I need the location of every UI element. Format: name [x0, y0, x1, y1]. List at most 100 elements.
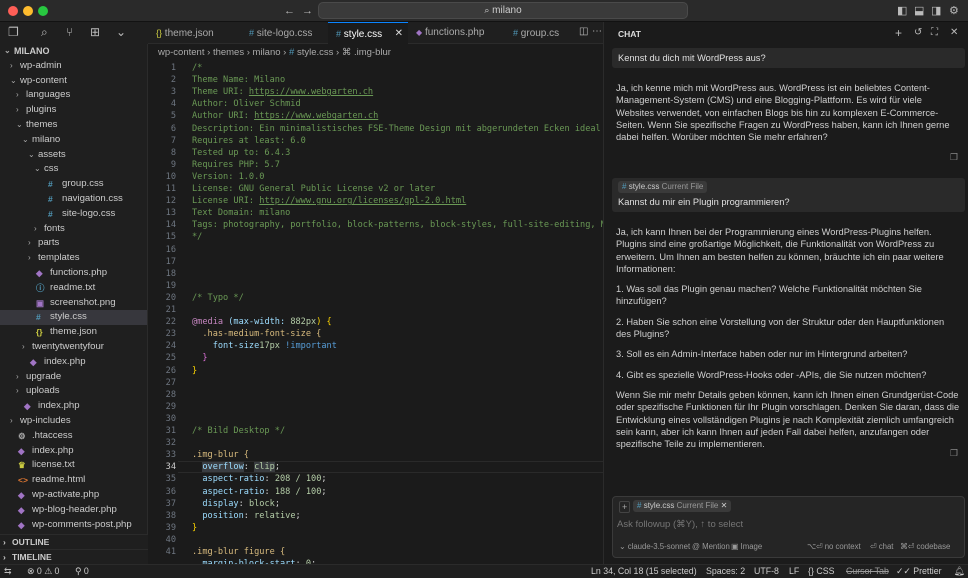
language-label: CSS: [816, 566, 835, 576]
file-item[interactable]: # navigation.css: [0, 192, 147, 207]
outline-section[interactable]: › OUTLINE: [0, 534, 148, 549]
chat-submit-button[interactable]: ⏎ chat: [870, 542, 893, 551]
context-chip[interactable]: # style.css Current File ✕: [633, 500, 732, 512]
language-mode[interactable]: {} CSS: [808, 565, 834, 578]
image-button[interactable]: ▣ Image: [731, 542, 762, 551]
history-icon[interactable]: ↺: [914, 27, 922, 38]
assistant-point: 3. Soll es ein Admin-Interface haben ode…: [616, 349, 908, 360]
toggle-secondary-sidebar-icon[interactable]: ◨: [931, 3, 941, 19]
ports-indicator[interactable]: ⚲ 0: [75, 565, 89, 578]
breadcrumb-item[interactable]: style.css: [297, 47, 333, 58]
explorer-root[interactable]: ⌄ MILANO: [0, 44, 147, 59]
folder-item[interactable]: ⌄ themes: [0, 118, 147, 133]
toggle-panel-icon[interactable]: ⬓: [914, 3, 924, 19]
breadcrumb-item[interactable]: wp-content: [158, 47, 204, 58]
chevron-down-icon: ⌄: [34, 164, 41, 174]
remote-icon[interactable]: ⇆: [4, 565, 11, 578]
file-item[interactable]: ◆ wp-activate.php: [0, 488, 147, 503]
folder-item[interactable]: › uploads: [0, 384, 147, 399]
indentation[interactable]: Spaces: 2: [706, 565, 745, 578]
line-ending[interactable]: LF: [789, 565, 799, 578]
close-icon[interactable]: ✕: [721, 501, 728, 510]
folder-item[interactable]: ⌄ wp-content: [0, 74, 147, 89]
breadcrumb-item[interactable]: themes: [213, 47, 244, 58]
folder-item[interactable]: › templates: [0, 251, 147, 266]
toggle-sidebar-icon[interactable]: ◧: [897, 3, 907, 19]
folder-item[interactable]: ⌄ css: [0, 162, 147, 177]
extensions-icon[interactable]: ⊞: [90, 25, 100, 39]
expand-icon[interactable]: ⛶: [931, 27, 938, 38]
user-message[interactable]: # style.css Current File Kannst du mir e…: [612, 178, 965, 212]
more-actions-icon[interactable]: ⋯: [592, 26, 602, 37]
chat-followup-input[interactable]: [617, 516, 957, 532]
mention-button[interactable]: @ Mention: [692, 542, 730, 551]
back-arrow-icon[interactable]: ←: [284, 3, 295, 19]
folder-item[interactable]: ⌄ milano: [0, 133, 147, 148]
folder-item[interactable]: › fonts: [0, 222, 147, 237]
forward-arrow-icon[interactable]: →: [302, 3, 313, 19]
file-item[interactable]: # group.css: [0, 177, 147, 192]
new-chat-icon[interactable]: +: [895, 26, 902, 40]
tree-item-label: themes: [26, 118, 58, 130]
code-editor[interactable]: 1 2 3 4 5 6 7 8 9 10 11 12 13 14 15 16 17 18 19 20 21 22 23 24 2…: [148, 61, 603, 564]
folder-item[interactable]: › upgrade: [0, 370, 147, 385]
file-item[interactable]: # site-logo.css: [0, 207, 147, 222]
file-item[interactable]: ⚙ .htaccess: [0, 429, 147, 444]
breadcrumb-item[interactable]: milano: [253, 47, 281, 58]
tree-item-label: fonts: [44, 222, 65, 234]
no-context-button[interactable]: ⌥⏎ no context: [807, 542, 861, 551]
add-context-icon[interactable]: +: [619, 501, 631, 513]
close-icon[interactable]: ✕: [950, 27, 958, 38]
file-item[interactable]: ◆ index.php: [0, 399, 147, 414]
cursor-tab-toggle[interactable]: Cursor Tab: [846, 565, 889, 578]
context-chip[interactable]: # style.css Current File: [618, 181, 708, 193]
copy-icon[interactable]: ❐: [950, 152, 958, 163]
codebase-button[interactable]: ⌘⏎ codebase: [900, 542, 950, 551]
folder-item[interactable]: › languages: [0, 88, 147, 103]
command-search-input[interactable]: ⌕ milano: [318, 2, 688, 19]
file-item[interactable]: ◆ functions.php: [0, 266, 147, 281]
folder-item[interactable]: › twentytwentyfour: [0, 340, 147, 355]
file-item[interactable]: ▣ screenshot.png: [0, 296, 147, 311]
file-item[interactable]: ◆ index.php: [0, 355, 147, 370]
tab-group-css[interactable]: # group.cs: [505, 22, 575, 44]
prettier-status[interactable]: ✓✓ Prettier: [896, 565, 942, 578]
file-item[interactable]: <> readme.html: [0, 473, 147, 488]
problems-indicator[interactable]: ⊗ 0 ⚠ 0: [27, 565, 59, 578]
file-item[interactable]: ◆ wp-blog-header.php: [0, 503, 147, 518]
search-icon[interactable]: ⌕: [41, 25, 48, 40]
model-selector[interactable]: ⌄ claude-3.5-sonnet: [619, 542, 690, 551]
file-item[interactable]: ◆ wp-comments-post.php: [0, 518, 147, 533]
split-editor-icon[interactable]: ◫: [579, 26, 588, 37]
folder-item[interactable]: › wp-admin: [0, 59, 147, 74]
maximize-window-button[interactable]: [38, 6, 48, 16]
file-item[interactable]: ◆ index.php: [0, 444, 147, 459]
tab-style-css[interactable]: # style.css ✕: [328, 22, 408, 44]
minimize-window-button[interactable]: [23, 6, 33, 16]
tab-theme-json[interactable]: {} theme.json: [148, 22, 243, 44]
source-control-icon[interactable]: ⑂: [66, 25, 73, 39]
tab-functions-php[interactable]: ◆ functions.php: [408, 22, 505, 44]
file-item[interactable]: ⓘ readme.txt: [0, 281, 147, 296]
cursor-position[interactable]: Ln 34, Col 18 (15 selected): [591, 565, 697, 578]
file-item[interactable]: # style.css: [0, 310, 147, 326]
folder-item[interactable]: ⌄ assets: [0, 148, 147, 163]
close-icon[interactable]: ✕: [395, 23, 403, 45]
chevron-down-icon[interactable]: ⌄: [116, 25, 126, 39]
code-line: Theme Name: Milano: [192, 74, 285, 86]
user-message[interactable]: Kennst du dich mit WordPress aus?: [612, 48, 965, 68]
tab-site-logo-css[interactable]: # site-logo.css: [243, 22, 328, 44]
encoding[interactable]: UTF-8: [754, 565, 779, 578]
folder-item[interactable]: › wp-includes: [0, 414, 147, 429]
file-item[interactable]: ♛ license.txt: [0, 458, 147, 473]
folder-item[interactable]: › parts: [0, 236, 147, 251]
explorer-files-icon[interactable]: ❐: [8, 25, 19, 39]
folder-item[interactable]: › plugins: [0, 103, 147, 118]
breadcrumb-item[interactable]: .img-blur: [354, 47, 391, 58]
close-window-button[interactable]: [8, 6, 18, 16]
timeline-section[interactable]: › TIMELINE: [0, 549, 148, 564]
notifications-bell-icon[interactable]: 🔔︎: [954, 565, 965, 578]
settings-gear-icon[interactable]: ⚙: [949, 3, 959, 19]
file-item[interactable]: {} theme.json: [0, 325, 147, 340]
copy-icon[interactable]: ❐: [950, 448, 958, 459]
